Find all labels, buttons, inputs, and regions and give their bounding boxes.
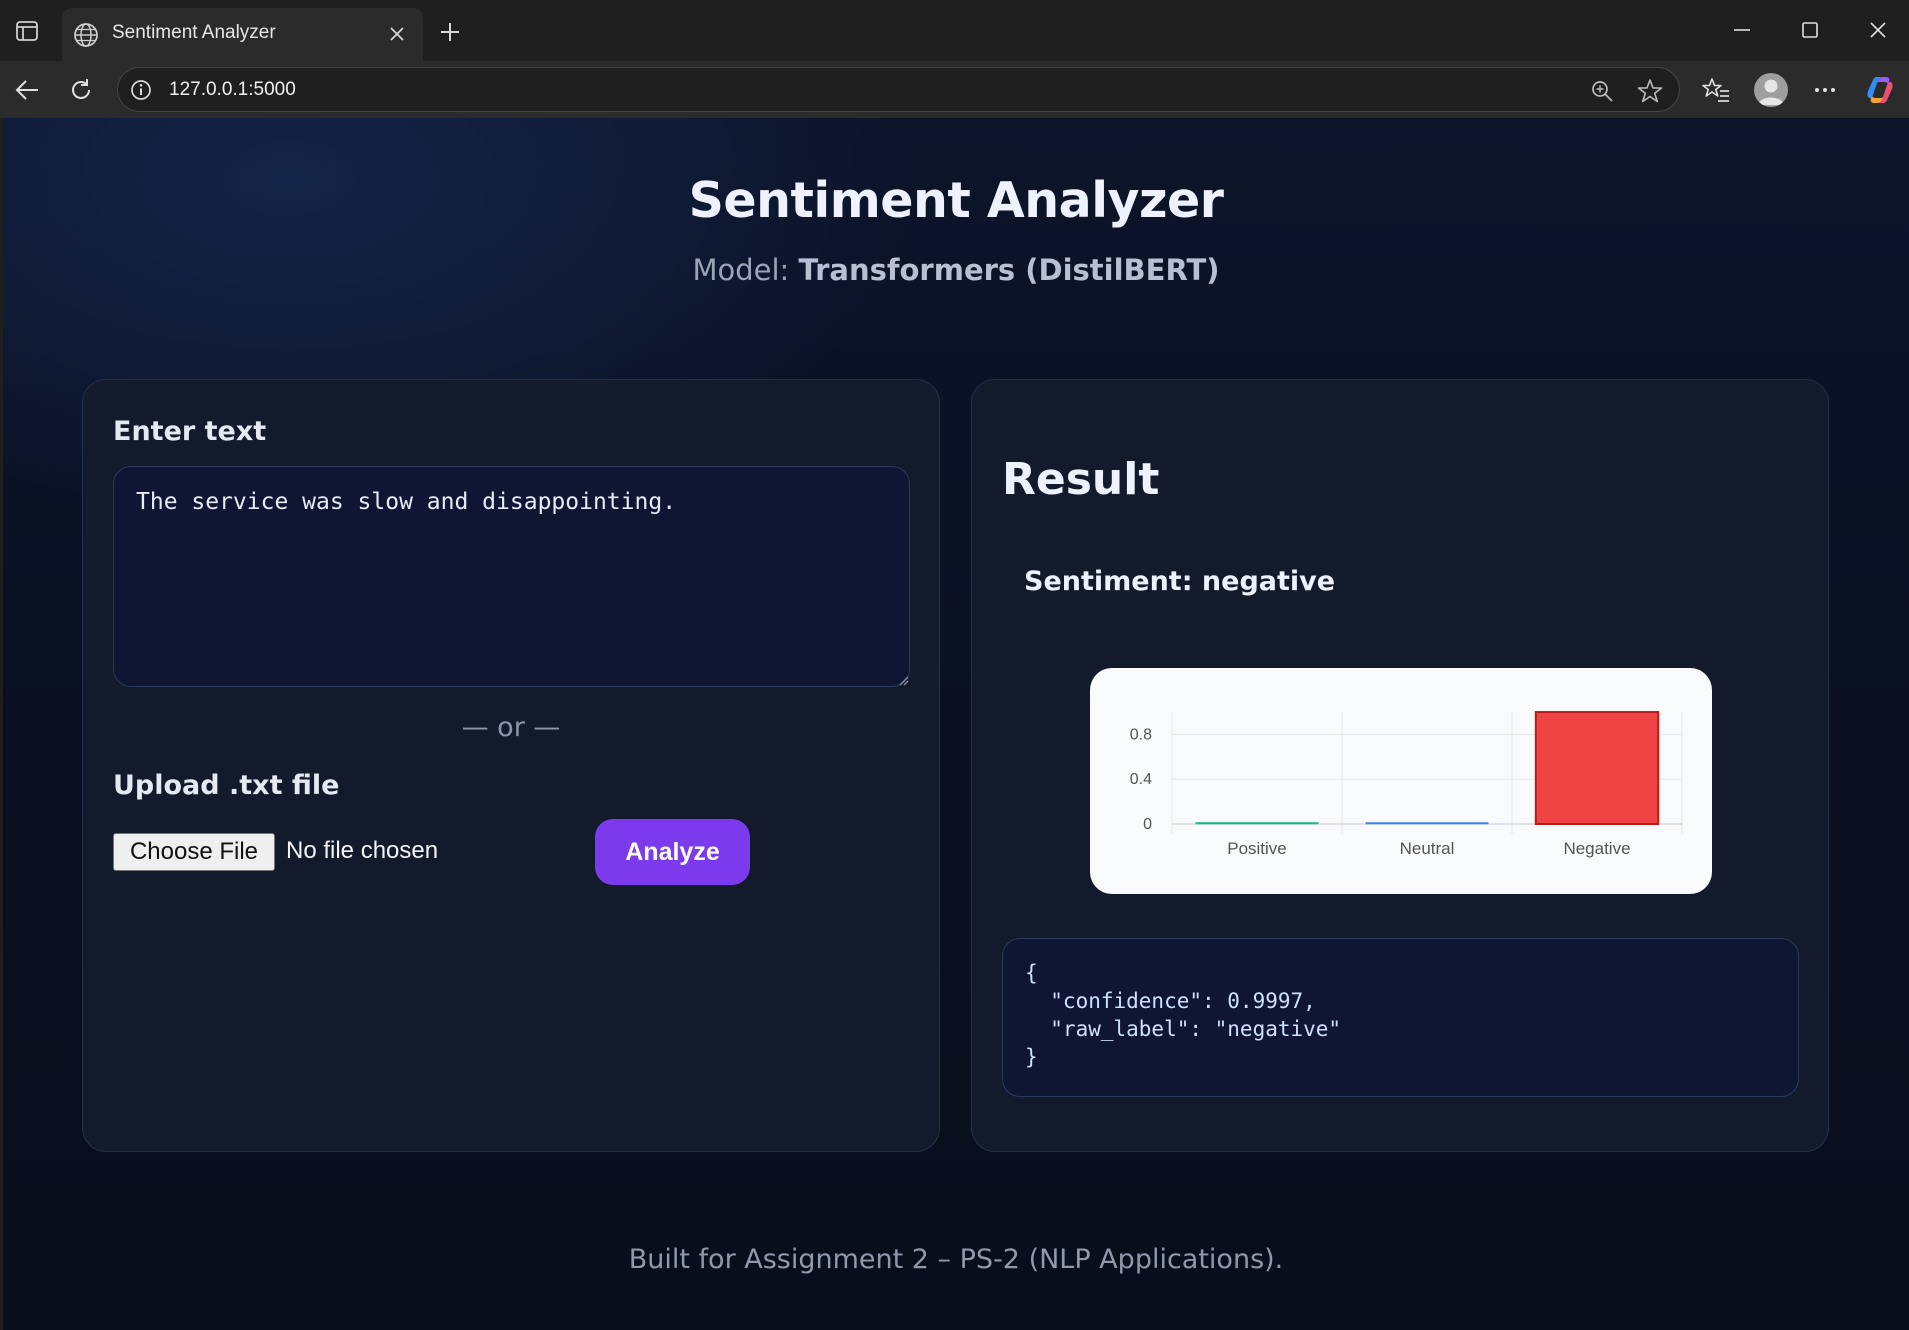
json-line: } (1025, 1045, 1038, 1069)
enter-text-label: Enter text (113, 416, 267, 447)
zoom-icon[interactable] (1588, 77, 1616, 105)
input-card: Enter text The service was slow and disa… (82, 379, 940, 1152)
text-input[interactable]: The service was slow and disappointing. (113, 466, 910, 687)
maximize-icon[interactable] (1790, 12, 1830, 48)
chart-y-tick-label: 0 (1143, 816, 1152, 833)
footer-text: Built for Assignment 2 – PS-2 (NLP Appli… (628, 1244, 1284, 1275)
url-text: 127.0.0.1:5000 (169, 79, 296, 100)
globe-icon (72, 21, 100, 49)
model-subtitle: Model: Transformers (DistilBERT) (3, 253, 1909, 287)
json-line: "raw_label": "negative" (1025, 1017, 1342, 1041)
close-tab-icon[interactable] (383, 20, 411, 48)
browser-toolbar: 127.0.0.1:5000 (0, 61, 1909, 118)
close-window-icon[interactable] (1858, 12, 1898, 48)
copilot-icon[interactable] (1863, 73, 1897, 107)
json-line: "confidence": 0.9997, (1025, 989, 1316, 1013)
chart-x-tick-label: Neutral (1400, 839, 1455, 858)
resize-grip-icon[interactable] (897, 673, 909, 686)
chart-x-tick-label: Positive (1227, 839, 1287, 858)
reload-icon[interactable] (64, 73, 98, 107)
more-options-icon[interactable] (1808, 73, 1842, 107)
result-card: Result Sentiment: negative 0 0.4 0.8 Positi… (971, 379, 1829, 1152)
analyze-button[interactable]: Analyze (595, 819, 750, 885)
back-arrow-icon[interactable] (10, 73, 44, 107)
minimize-icon[interactable] (1722, 12, 1762, 48)
chart-bar-negative (1534, 711, 1660, 825)
chart-bar-neutral (1365, 822, 1489, 825)
model-prefix: Model: (692, 253, 799, 287)
browser-tab[interactable]: Sentiment Analyzer (62, 8, 423, 61)
chart-bar-positive (1195, 822, 1319, 825)
sentiment-label: Sentiment: negative (1024, 566, 1336, 597)
new-tab-icon[interactable] (434, 16, 466, 48)
chart-y-tick-label: 0.8 (1130, 726, 1152, 743)
result-title: Result (1002, 454, 1160, 505)
tab-actions-icon[interactable] (10, 16, 44, 46)
favorites-icon[interactable] (1699, 73, 1733, 107)
model-name: Transformers (DistilBERT) (798, 253, 1220, 287)
profile-avatar[interactable] (1754, 73, 1788, 107)
json-output: { "confidence": 0.9997, "raw_label": "ne… (1002, 938, 1799, 1097)
browser-tab-bar: Sentiment Analyzer (0, 0, 1909, 61)
chart-x-tick-label: Negative (1563, 839, 1630, 858)
or-separator: — or — (461, 712, 561, 743)
address-bar[interactable]: 127.0.0.1:5000 (117, 67, 1680, 112)
choose-file-button[interactable]: Choose File (113, 833, 275, 871)
favorite-star-icon[interactable] (1636, 77, 1664, 105)
json-line: { (1025, 961, 1038, 985)
page: Sentiment Analyzer Model: Transformers (… (3, 118, 1909, 1330)
site-info-icon[interactable] (129, 78, 153, 102)
chart-svg: 0 0.4 0.8 Positive Neutral Negative (1130, 711, 1683, 858)
tab-title: Sentiment Analyzer (112, 22, 276, 43)
sentiment-chart: 0 0.4 0.8 Positive Neutral Negative (1090, 668, 1712, 894)
upload-label: Upload .txt file (113, 770, 340, 801)
file-status-text: No file chosen (286, 837, 439, 864)
chart-y-tick-label: 0.4 (1130, 771, 1152, 788)
page-title: Sentiment Analyzer (688, 172, 1224, 229)
